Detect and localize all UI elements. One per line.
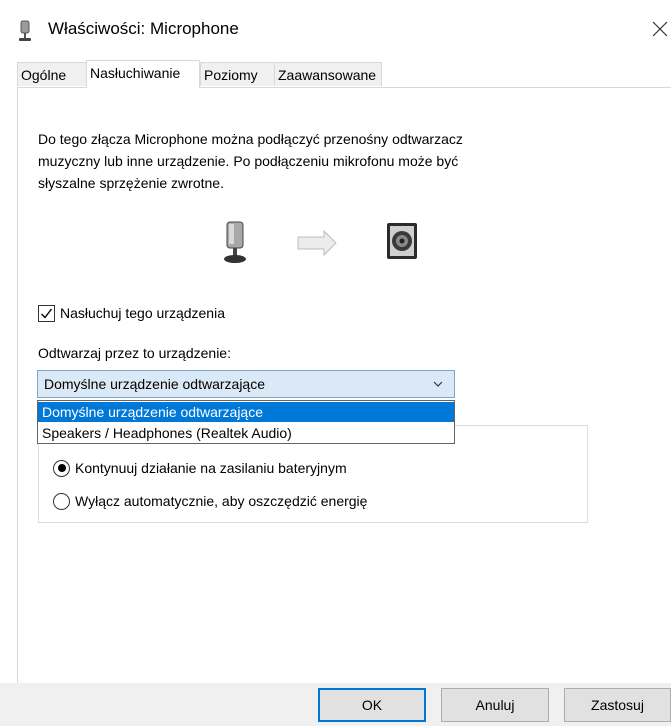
radio-continue-battery[interactable]: Kontynuuj działanie na zasilaniu bateryj… bbox=[53, 457, 347, 479]
listen-checkbox-row[interactable]: Nasłuchuj tego urządzenia bbox=[38, 302, 225, 324]
description-line: muzyczny lub inne urządzenie. Po podłącz… bbox=[38, 153, 459, 169]
listen-checkbox-label: Nasłuchuj tego urządzenia bbox=[60, 305, 225, 321]
microphone-icon bbox=[224, 221, 246, 263]
tab-listen[interactable]: Nasłuchiwanie bbox=[86, 60, 200, 88]
tab-general[interactable]: Ogólne bbox=[17, 62, 87, 86]
checkmark-icon bbox=[41, 308, 53, 319]
playback-device-label: Odtwarzaj przez to urządzenie: bbox=[38, 345, 231, 361]
speaker-icon bbox=[387, 223, 417, 259]
selected-device: Domyślne urządzenie odtwarzające bbox=[44, 376, 265, 392]
title-bar: Właściwości: Microphone bbox=[0, 0, 671, 58]
tab-levels[interactable]: Poziomy bbox=[200, 62, 275, 86]
ok-button[interactable]: OK bbox=[318, 688, 426, 722]
dropdown-option-default[interactable]: Domyślne urządzenie odtwarzające bbox=[38, 402, 454, 422]
listen-checkbox[interactable] bbox=[38, 304, 55, 322]
description-line: słyszalne sprzężenie zwrotne. bbox=[38, 175, 224, 191]
microphone-icon bbox=[16, 20, 34, 42]
listen-description: Do tego złącza Microphone można podłączy… bbox=[38, 128, 558, 194]
radio-label: Kontynuuj działanie na zasilaniu bateryj… bbox=[75, 460, 347, 476]
playback-device-select[interactable]: Domyślne urządzenie odtwarzające bbox=[37, 370, 455, 398]
description-line: Do tego złącza Microphone można podłączy… bbox=[38, 131, 463, 147]
cancel-button[interactable]: Anuluj bbox=[441, 688, 549, 722]
listen-illustration bbox=[222, 220, 432, 266]
tab-advanced[interactable]: Zaawansowane bbox=[274, 62, 382, 86]
radio-button[interactable] bbox=[53, 492, 70, 510]
window-title: Właściwości: Microphone bbox=[48, 19, 239, 38]
dropdown-option-speakers[interactable]: Speakers / Headphones (Realtek Audio) bbox=[38, 423, 454, 443]
radio-label: Wyłącz automatycznie, aby oszczędzić ene… bbox=[75, 493, 368, 509]
close-button[interactable] bbox=[648, 14, 671, 44]
close-icon bbox=[652, 21, 668, 37]
chevron-down-icon bbox=[433, 381, 443, 387]
device-dropdown-list: Domyślne urządzenie odtwarzające Speaker… bbox=[37, 400, 455, 444]
apply-button[interactable]: Zastosuj bbox=[564, 688, 671, 722]
radio-button-checked[interactable] bbox=[53, 459, 70, 477]
radio-dot bbox=[57, 464, 66, 472]
arrow-right-icon bbox=[297, 229, 337, 257]
radio-auto-off[interactable]: Wyłącz automatycznie, aby oszczędzić ene… bbox=[53, 490, 367, 512]
